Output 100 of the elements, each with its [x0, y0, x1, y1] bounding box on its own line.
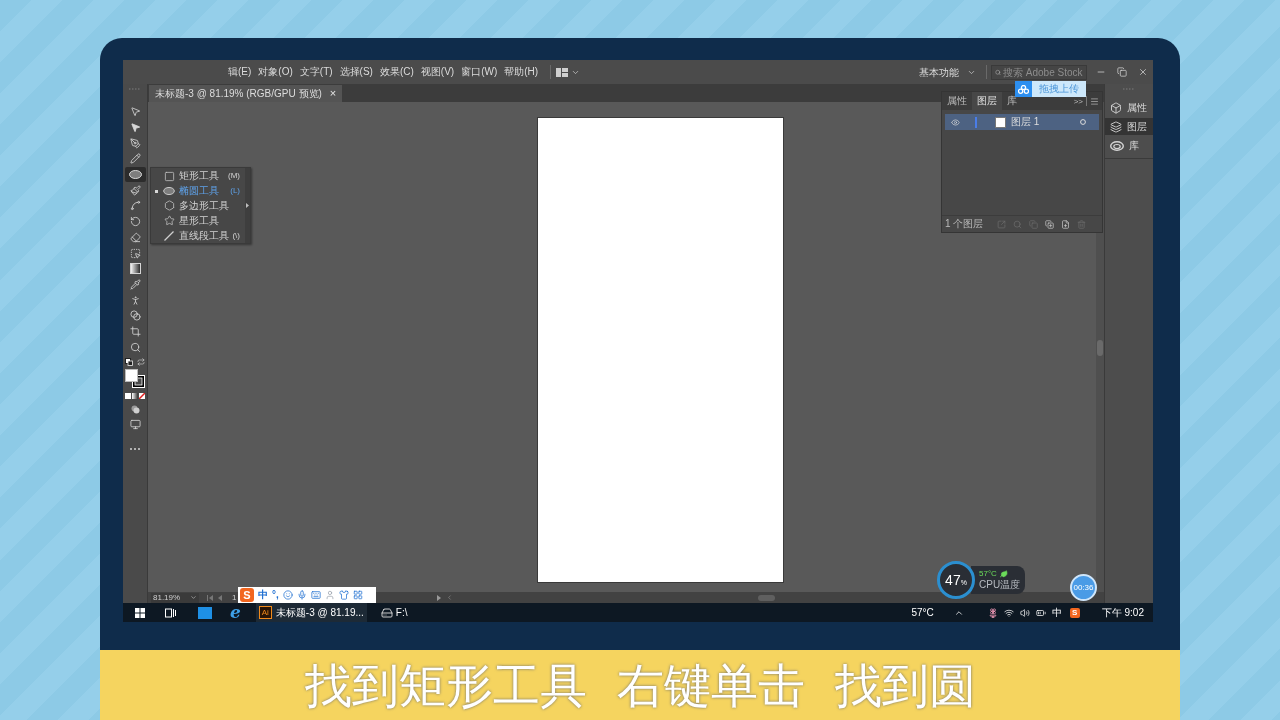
scroll-thumb[interactable]	[758, 594, 776, 601]
windows-logo-icon[interactable]	[135, 607, 145, 618]
expand-panel-button[interactable]: >>	[1073, 98, 1083, 106]
workspace-dropdown[interactable]: 基本功能	[919, 64, 976, 80]
flower-icon	[987, 607, 998, 618]
curve-icon	[129, 200, 141, 212]
task-view-icon[interactable]	[165, 607, 176, 618]
caption-text: 找到圆	[834, 661, 976, 709]
layer-thumbnail	[995, 116, 1006, 128]
tab-close-button[interactable]: ×	[329, 88, 337, 99]
cpu-temperature: 57°C	[911, 607, 934, 618]
dashed-pointer-icon	[129, 247, 141, 259]
browser-icon[interactable]: e	[230, 604, 241, 621]
eyedropper-icon	[129, 278, 141, 290]
flyout-menu-item[interactable]: 椭圆工具 (L)	[151, 183, 245, 199]
scroll-left-icon	[446, 594, 454, 601]
star-icon	[163, 215, 175, 227]
first-page-icon[interactable]	[207, 594, 213, 601]
layer-name: 图层 1	[1011, 117, 1040, 127]
arrow-icon	[129, 122, 141, 134]
copy-plus-icon	[1045, 219, 1055, 229]
figure-icon	[129, 294, 141, 306]
line-icon	[164, 230, 174, 241]
hexagon-icon	[163, 200, 175, 212]
cpu-temperature-value: 57°C	[979, 570, 997, 578]
stacked-squares-icon	[1029, 219, 1039, 229]
menu-item[interactable]: 文字(T)	[297, 67, 335, 77]
punctuation-toggle[interactable]: °,	[272, 590, 279, 600]
layout-icon	[556, 67, 569, 77]
concentric-ellipses-icon	[1110, 140, 1124, 151]
none-swatch-icon[interactable]	[139, 393, 145, 399]
zoom-dropdown[interactable]: 81.19%	[151, 592, 199, 603]
ime-mode-toggle[interactable]: 中	[258, 590, 268, 600]
new-page-icon	[1061, 219, 1071, 229]
taskbar-folder-title[interactable]: F:\	[395, 607, 408, 618]
rectangle-icon	[163, 170, 175, 182]
gradient-swatch-icon[interactable]	[132, 393, 138, 399]
eraser-icon	[129, 231, 141, 243]
pencil-icon	[129, 153, 141, 165]
leaf-icon	[999, 570, 1008, 578]
overlap-circles-icon	[129, 310, 141, 322]
menu-item[interactable]: 窗口(W)	[459, 67, 500, 77]
scroll-thumb[interactable]	[1097, 340, 1103, 356]
menu-item[interactable]: 效果(C)	[377, 67, 416, 77]
clock-time[interactable]: 下午 9:02	[1101, 607, 1144, 618]
crop-icon	[129, 325, 141, 337]
pen-icon	[129, 137, 141, 149]
overlapping-circles-icon[interactable]	[130, 405, 140, 414]
menu-item[interactable]: 选择(S)	[337, 67, 375, 77]
overlapping-squares-icon[interactable]	[125, 358, 133, 366]
circle-icon[interactable]	[1080, 119, 1086, 125]
fill-stroke-icon[interactable]	[124, 369, 146, 389]
illustrator-app-icon: Ai	[258, 606, 272, 619]
panel-tab[interactable]: 属性	[942, 92, 972, 110]
export-icon	[997, 219, 1007, 229]
dock-panel-button[interactable]: 属性	[1105, 99, 1153, 116]
taskbar-app-button[interactable]: Ai 未标题-3 @ 81.19...	[255, 603, 367, 622]
menu-item[interactable]: 对象(O)	[256, 67, 295, 77]
caption-text: 找到矩形工具	[304, 661, 587, 709]
chevron-down-icon	[190, 594, 197, 601]
flyout-menu-item[interactable]: 直线段工具 (\)	[151, 228, 245, 243]
close-button[interactable]	[1137, 66, 1149, 78]
flyout-menu-item[interactable]: 矩形工具 (M)	[151, 169, 245, 184]
rotate-icon	[129, 216, 141, 228]
restore-button[interactable]	[1116, 66, 1128, 78]
monitor-icon	[129, 419, 141, 430]
drive-icon	[380, 606, 393, 619]
gradient-square-icon	[129, 263, 141, 275]
menu-item[interactable]: 辑(E)	[226, 67, 254, 77]
panel-tab[interactable]: 图层	[972, 92, 1002, 110]
flyout-menu-item[interactable]: 多边形工具	[151, 198, 245, 214]
previous-page-icon[interactable]	[218, 594, 222, 601]
color-swatch-icon[interactable]	[125, 393, 131, 399]
layer-row[interactable]: 图层 1	[945, 114, 1099, 130]
arrange-documents-button[interactable]	[556, 67, 581, 77]
triangle-icon[interactable]	[246, 203, 249, 208]
app-tile-icon[interactable]	[198, 606, 212, 619]
three-rings-icon	[1015, 81, 1032, 97]
dock-panel-button[interactable]: 库	[1105, 137, 1153, 154]
search-field[interactable]: 搜索 Adobe Stock	[991, 64, 1087, 80]
restore-icon	[1117, 67, 1127, 77]
flyout-menu-item[interactable]: 星形工具	[151, 213, 245, 229]
input-method-indicator[interactable]: 中	[1051, 607, 1062, 618]
menu-item[interactable]: 帮助(H)	[502, 67, 541, 77]
shirt-icon	[338, 590, 349, 600]
caption-text: 右键单击	[616, 661, 805, 709]
document-tab[interactable]: 未标题-3 @ 81.19% (RGB/GPU 预览) ×	[149, 85, 343, 102]
hollow-arrow-icon	[129, 106, 141, 118]
play-triangle-icon[interactable]	[437, 594, 442, 601]
battery-icon	[1035, 607, 1046, 618]
smile-icon	[282, 590, 293, 600]
search-icon	[1013, 219, 1023, 229]
person-icon	[324, 590, 335, 600]
menu-item[interactable]: 视图(V)	[418, 67, 457, 77]
keyboard-icon	[310, 590, 321, 600]
microphone-icon	[296, 590, 307, 600]
ellipse-tool-button[interactable]	[124, 166, 146, 183]
menu-icon	[1090, 96, 1099, 106]
dock-panel-button[interactable]: 图层	[1105, 118, 1153, 135]
trash-icon	[1077, 219, 1087, 229]
